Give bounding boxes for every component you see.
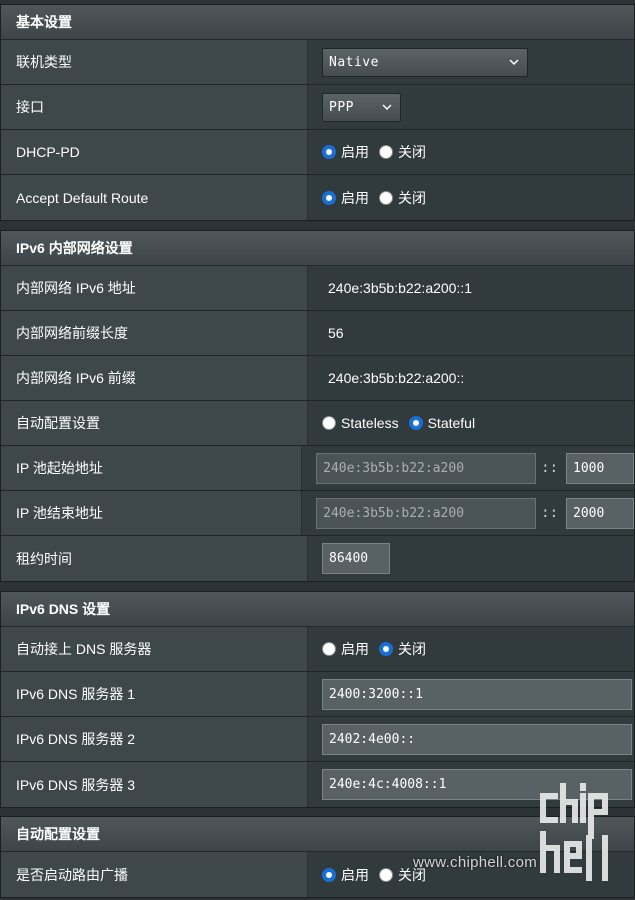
lan-prefix-value: 240e:3b5b:b22:a200::	[308, 356, 634, 400]
watermark-url: www.chiphell.com	[413, 854, 538, 871]
pool-end-label: IP 池结束地址	[1, 491, 303, 535]
pool-end-suffix-input[interactable]: 2000	[566, 497, 634, 529]
dhcppd-radio-group: 启用 关闭	[322, 142, 436, 162]
adr-label: Accept Default Route	[1, 175, 308, 220]
autoconf-label: 自动配置设置	[1, 401, 308, 445]
chiphell-logo-icon	[540, 783, 608, 881]
dhcppd-disable-radio[interactable]: 关闭	[379, 142, 426, 162]
adr-radio-group: 启用 关闭	[322, 188, 436, 208]
radio-selected-icon	[322, 867, 336, 882]
autoconf-cell: Stateless Stateful	[308, 401, 634, 445]
dns1-label: IPv6 DNS 服务器 1	[1, 672, 308, 716]
radio-selected-icon	[408, 416, 423, 430]
autoconf-radio-group: Stateless Stateful	[322, 415, 485, 431]
lease-input[interactable]: 86400	[322, 543, 390, 574]
interface-select[interactable]: PPP	[322, 92, 401, 122]
radio-unselected-icon	[322, 642, 336, 656]
stateful-radio[interactable]: Stateful	[408, 415, 476, 431]
prefix-len-row: 内部网络前缀长度 56	[1, 311, 634, 356]
ra-broadcast-label: 是否启动路由广播	[1, 852, 308, 897]
interface-cell: PPP	[308, 85, 634, 129]
basic-settings-header: 基本设置	[1, 5, 634, 40]
dhcppd-cell: 启用 关闭	[308, 130, 634, 174]
lease-label: 租约时间	[1, 536, 308, 581]
dhcppd-enable-text: 启用	[341, 144, 369, 160]
dhcppd-row: DHCP-PD 启用 关闭	[1, 130, 634, 175]
lan-settings-header: IPv6 内部网络设置	[1, 231, 634, 266]
conn-type-row: 联机类型 Native	[1, 40, 634, 85]
pool-start-label: IP 池起始地址	[1, 446, 303, 490]
dns-auto-label: 自动接上 DNS 服务器	[1, 627, 308, 671]
pool-end-prefix-input: 240e:3b5b:b22:a200	[316, 497, 537, 529]
stateful-text: Stateful	[427, 415, 476, 431]
lan-prefix-label: 内部网络 IPv6 前缀	[1, 356, 308, 400]
radio-unselected-icon	[322, 416, 336, 430]
adr-disable-text: 关闭	[398, 189, 426, 206]
lan-addr-value: 240e:3b5b:b22:a200::1	[308, 266, 634, 310]
chevron-down-icon	[382, 104, 392, 111]
conn-type-select[interactable]: Native	[322, 47, 528, 77]
dhcppd-disable-text: 关闭	[398, 144, 426, 160]
pool-start-prefix-input: 240e:3b5b:b22:a200	[316, 452, 537, 484]
dns1-input[interactable]: 2400:3200::1	[322, 678, 632, 710]
dns2-input[interactable]: 2402:4e00::	[322, 723, 632, 755]
lan-addr-label: 内部网络 IPv6 地址	[1, 266, 308, 310]
pool-start-suffix-input[interactable]: 1000	[566, 452, 634, 484]
dns1-row: IPv6 DNS 服务器 1 2400:3200::1	[1, 672, 634, 717]
dns2-label: IPv6 DNS 服务器 2	[1, 717, 308, 761]
pool-start-cell: 240e:3b5b:b22:a200 :: 1000	[302, 446, 634, 490]
ra-enable-text: 启用	[341, 866, 369, 883]
dns1-cell: 2400:3200::1	[308, 672, 634, 716]
lan-addr-row: 内部网络 IPv6 地址 240e:3b5b:b22:a200::1	[1, 266, 634, 311]
interface-label: 接口	[1, 85, 308, 129]
interface-row: 接口 PPP	[1, 85, 634, 130]
lan-settings-panel: IPv6 内部网络设置 内部网络 IPv6 地址 240e:3b5b:b22:a…	[0, 230, 635, 582]
radio-selected-icon	[379, 642, 393, 656]
dns-auto-disable-radio[interactable]: 关闭	[379, 639, 426, 659]
stateless-text: Stateless	[341, 415, 399, 431]
adr-enable-text: 启用	[341, 189, 369, 206]
dhcppd-enable-radio[interactable]: 启用	[322, 142, 369, 162]
dns3-label: IPv6 DNS 服务器 3	[1, 762, 308, 807]
adr-disable-radio[interactable]: 关闭	[379, 188, 426, 208]
radio-unselected-icon	[379, 867, 393, 882]
conn-type-value: Native	[329, 54, 379, 70]
stateless-radio[interactable]: Stateless	[322, 415, 399, 431]
adr-cell: 启用 关闭	[308, 175, 634, 220]
prefix-len-label: 内部网络前缀长度	[1, 311, 308, 355]
autoconf-row: 自动配置设置 Stateless Stateful	[1, 401, 634, 446]
dns-auto-disable-text: 关闭	[398, 641, 426, 657]
prefix-len-value: 56	[308, 311, 634, 355]
radio-selected-icon	[322, 145, 336, 159]
pool-end-row: IP 池结束地址 240e:3b5b:b22:a200 :: 2000	[1, 491, 634, 536]
radio-unselected-icon	[379, 190, 393, 205]
conn-type-cell: Native	[308, 40, 634, 84]
conn-type-label: 联机类型	[1, 40, 308, 84]
dhcppd-label: DHCP-PD	[1, 130, 308, 174]
basic-settings-panel: 基本设置 联机类型 Native 接口 PPP DHCP-PD 启用 关闭 Ac…	[0, 4, 635, 221]
chevron-down-icon	[509, 59, 519, 66]
dns-auto-radio-group: 启用 关闭	[322, 639, 436, 659]
radio-unselected-icon	[379, 145, 393, 159]
lease-row: 租约时间 86400	[1, 536, 634, 581]
adr-enable-radio[interactable]: 启用	[322, 188, 369, 208]
dns-auto-enable-text: 启用	[341, 641, 369, 657]
pool-start-colon: ::	[541, 460, 558, 476]
adr-row: Accept Default Route 启用 关闭	[1, 175, 634, 220]
dns-settings-panel: IPv6 DNS 设置 自动接上 DNS 服务器 启用 关闭 IPv6 DNS …	[0, 591, 635, 808]
dns2-row: IPv6 DNS 服务器 2 2402:4e00::	[1, 717, 634, 762]
pool-end-cell: 240e:3b5b:b22:a200 :: 2000	[302, 491, 634, 535]
pool-start-row: IP 池起始地址 240e:3b5b:b22:a200 :: 1000	[1, 446, 634, 491]
ra-enable-radio[interactable]: 启用	[322, 865, 369, 885]
radio-selected-icon	[322, 190, 336, 205]
dns2-cell: 2402:4e00::	[308, 717, 634, 761]
dns-auto-row: 自动接上 DNS 服务器 启用 关闭	[1, 627, 634, 672]
dns-auto-cell: 启用 关闭	[308, 627, 634, 671]
interface-value: PPP	[329, 99, 354, 115]
lease-cell: 86400	[308, 536, 634, 581]
dns-settings-header: IPv6 DNS 设置	[1, 592, 634, 627]
pool-end-colon: ::	[541, 505, 558, 521]
dns-auto-enable-radio[interactable]: 启用	[322, 639, 369, 659]
lan-prefix-row: 内部网络 IPv6 前缀 240e:3b5b:b22:a200::	[1, 356, 634, 401]
